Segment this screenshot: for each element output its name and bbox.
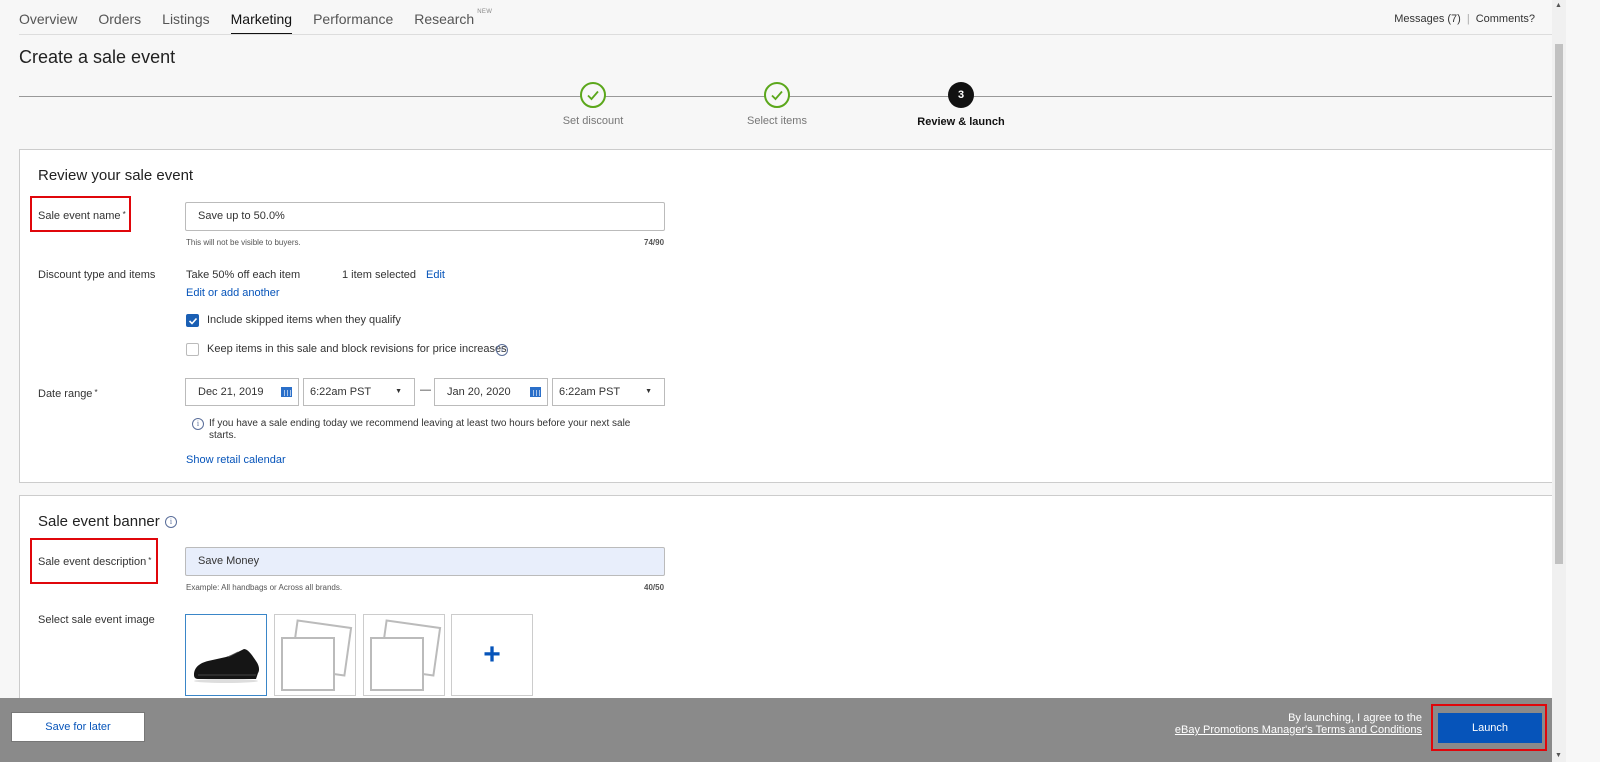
include-skipped-label: Include skipped items when they qualify [207, 314, 401, 326]
keep-items-label: Keep items in this sale and block revisi… [207, 343, 507, 355]
step-label: Review & launch [917, 116, 1005, 128]
link-separator: | [1466, 13, 1470, 25]
shoe-image [194, 649, 260, 683]
show-retail-calendar-link[interactable]: Show retail calendar [186, 454, 286, 466]
review-heading: Review your sale event [38, 167, 194, 184]
discount-text: Take 50% off each item [186, 269, 301, 281]
end-date-input[interactable]: Jan 20, 2020 [434, 378, 548, 406]
required-mark: * [94, 388, 98, 397]
scroll-up-icon[interactable]: ▲ [1555, 2, 1562, 9]
tab-research-label: Research [414, 11, 475, 27]
plus-icon: + [483, 638, 501, 671]
scrollbar[interactable]: ▲ ▼ [1552, 0, 1566, 762]
tab-overview[interactable]: Overview [19, 0, 77, 35]
edit-add-link[interactable]: Edit or add another [186, 287, 280, 299]
save-for-later-button[interactable]: Save for later [11, 712, 145, 742]
terms-link[interactable]: eBay Promotions Manager's Terms and Cond… [1175, 724, 1422, 736]
top-navigation: Overview Orders Listings Marketing Perfo… [0, 0, 1566, 35]
date-range-label: Date range * [38, 388, 98, 400]
tab-marketing[interactable]: Marketing [230, 0, 293, 35]
select-image-label: Select sale event image [38, 614, 155, 626]
name-hint: This will not be visible to buyers. [186, 238, 301, 247]
end-time-value: 6:22am PST [559, 386, 621, 398]
keep-items-checkbox[interactable] [186, 343, 199, 356]
sale-event-name-label: Sale event name * [38, 210, 126, 222]
step-set-discount: Set discount [523, 82, 663, 127]
desc-label-text: Sale event description [38, 556, 147, 568]
step-number: 3 [948, 82, 974, 108]
required-mark: * [148, 556, 152, 565]
required-mark: * [122, 210, 126, 219]
chevron-down-icon: ▼ [395, 388, 402, 395]
page-title: Create a sale event [19, 47, 176, 67]
start-date-input[interactable]: Dec 21, 2019 [185, 378, 299, 406]
top-links: Messages (7) | Comments? [1394, 13, 1535, 25]
calendar-icon[interactable] [281, 387, 292, 397]
check-circle-icon [580, 82, 606, 108]
start-time-select[interactable]: 6:22am PST ▼ [303, 378, 415, 406]
nav-divider [19, 34, 1566, 35]
description-hint: Example: All handbags or Across all bran… [186, 583, 343, 592]
nav-tabs: Overview Orders Listings Marketing Perfo… [19, 0, 495, 35]
calendar-icon[interactable] [530, 387, 541, 397]
image-option-placeholder[interactable] [363, 614, 445, 696]
tab-orders[interactable]: Orders [98, 0, 141, 35]
action-footer: Save for later By launching, I agree to … [0, 698, 1552, 762]
terms-line: By launching, I agree to the [1288, 712, 1422, 724]
date-label-text: Date range [38, 388, 93, 400]
scroll-thumb[interactable] [1555, 44, 1563, 564]
sale-event-name-input[interactable]: Save up to 50.0% [185, 202, 665, 231]
sale-info-line1: If you have a sale ending today we recom… [209, 418, 631, 429]
photo-placeholder-icon [281, 637, 335, 691]
step-select-items: Select items [707, 82, 847, 127]
discount-label: Discount type and items [38, 269, 156, 281]
tab-research[interactable]: Research NEW [414, 0, 492, 35]
sale-event-description-label: Sale event description * [38, 556, 151, 568]
edit-link[interactable]: Edit [426, 269, 445, 281]
messages-link[interactable]: Messages (7) [1394, 13, 1461, 25]
date-dash: — [420, 384, 431, 396]
info-icon[interactable]: i [165, 516, 177, 528]
photo-placeholder-icon [370, 637, 424, 691]
name-label-text: Sale event name [38, 210, 121, 222]
comments-link[interactable]: Comments? [1476, 13, 1535, 25]
terms-text: By launching, I agree to the eBay Promot… [1175, 712, 1422, 736]
banner-card: Sale event banner i Sale event descripti… [19, 495, 1566, 705]
launch-button[interactable]: Launch [1438, 713, 1542, 743]
end-time-select[interactable]: 6:22am PST ▼ [552, 378, 665, 406]
check-circle-icon [764, 82, 790, 108]
review-card: Review your sale event Sale event name * … [19, 149, 1566, 483]
name-counter: 74/90 [644, 238, 665, 247]
chevron-down-icon: ▼ [645, 388, 652, 395]
info-icon: i [192, 418, 204, 430]
include-skipped-checkbox[interactable] [186, 314, 199, 327]
step-review-launch: 3 Review & launch [891, 82, 1031, 128]
banner-heading: Sale event banner [38, 513, 160, 530]
image-option-shoe[interactable] [185, 614, 267, 696]
add-image-button[interactable]: + [451, 614, 533, 696]
image-option-placeholder[interactable] [274, 614, 356, 696]
description-counter: 40/50 [644, 583, 665, 592]
start-date-value: Dec 21, 2019 [198, 386, 264, 398]
new-badge: NEW [477, 9, 493, 15]
tab-performance[interactable]: Performance [313, 0, 393, 35]
sale-info-line2: starts. [209, 430, 237, 441]
end-date-value: Jan 20, 2020 [447, 386, 511, 398]
tab-listings[interactable]: Listings [162, 0, 209, 35]
step-label: Select items [747, 115, 807, 127]
start-time-value: 6:22am PST [310, 386, 372, 398]
info-icon[interactable]: i [496, 344, 508, 356]
items-selected: 1 item selected [342, 269, 416, 281]
step-label: Set discount [562, 115, 624, 127]
scroll-down-icon[interactable]: ▼ [1555, 752, 1562, 759]
checkmark-icon [188, 317, 197, 325]
sale-event-description-input[interactable]: Save Money [185, 547, 665, 576]
